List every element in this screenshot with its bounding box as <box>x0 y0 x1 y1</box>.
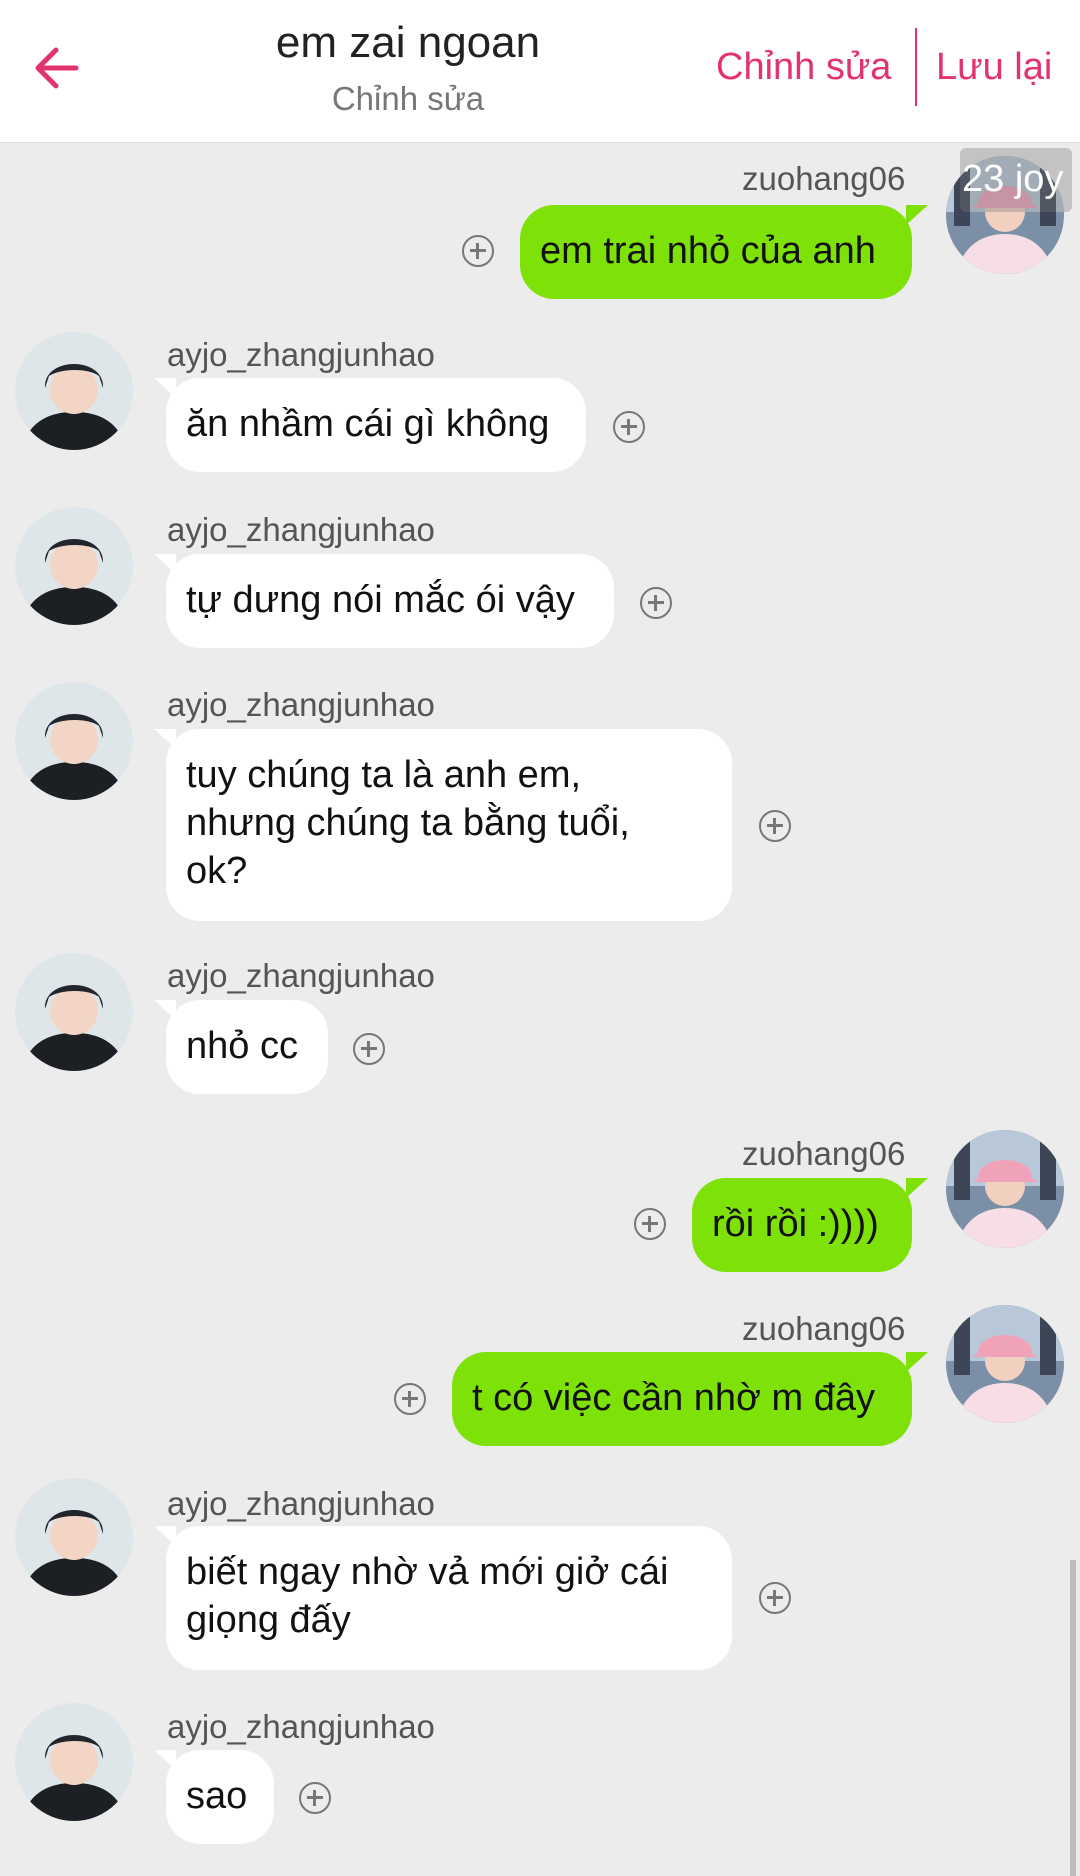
avatar[interactable] <box>15 682 133 800</box>
message-username: ayjo_zhangjunhao <box>167 1485 435 1522</box>
message-bubble[interactable]: t có việc cần nhờ m đây <box>452 1352 912 1446</box>
message-text: ăn nhầm cái gì không <box>186 403 550 445</box>
level-badge: 23 joy <box>960 148 1072 212</box>
message-username: ayjo_zhangjunhao <box>167 686 435 723</box>
save-button[interactable]: Lưu lại <box>936 46 1052 89</box>
avatar[interactable] <box>15 1478 133 1596</box>
plus-circle-icon[interactable] <box>759 810 791 842</box>
message-bubble[interactable]: sao <box>166 1750 274 1844</box>
message-username: zuohang06 <box>742 1310 906 1347</box>
message-text: t có việc cần nhờ m đây <box>472 1377 875 1419</box>
chat-header: em zai ngoan Chỉnh sửa Chỉnh sửa Lưu lại <box>0 0 1080 143</box>
plus-circle-icon[interactable] <box>353 1033 385 1065</box>
message-text: rồi rồi :)))) <box>712 1203 879 1245</box>
message-text: nhỏ cc <box>186 1025 298 1067</box>
avatar[interactable] <box>946 1130 1064 1248</box>
message-text-line: biết ngay nhờ vả mới giở cái <box>186 1551 669 1593</box>
avatar[interactable] <box>946 1305 1064 1423</box>
edit-button[interactable]: Chỉnh sửa <box>716 46 891 89</box>
message-bubble[interactable]: rồi rồi :)))) <box>692 1178 912 1272</box>
chat-title: em zai ngoan <box>275 18 541 67</box>
plus-circle-icon[interactable] <box>299 1782 331 1814</box>
message-text-line: nhưng chúng ta bằng tuổi, <box>186 802 630 844</box>
message-text-line: tuy chúng ta là anh em, <box>186 754 582 796</box>
message-bubble[interactable]: tự dưng nói mắc ói vậy <box>166 554 614 648</box>
plus-circle-icon[interactable] <box>394 1383 426 1415</box>
message-username: ayjo_zhangjunhao <box>167 1708 435 1745</box>
message-text-line: giọng đấy <box>186 1599 351 1641</box>
bubble-tail <box>906 1352 928 1372</box>
bubble-tail <box>906 1178 928 1198</box>
bubble-tail <box>906 205 928 225</box>
chat-subtitle: Chỉnh sửa <box>331 80 485 117</box>
message-text-line: ok? <box>186 850 248 892</box>
message-bubble[interactable]: tuy chúng ta là anh em, nhưng chúng ta b… <box>166 729 732 921</box>
message-text: tự dưng nói mắc ói vậy <box>186 579 575 621</box>
plus-circle-icon[interactable] <box>640 587 672 619</box>
plus-circle-icon[interactable] <box>634 1208 666 1240</box>
message-text: em trai nhỏ của anh <box>540 230 876 272</box>
scrollbar[interactable] <box>1070 1560 1076 1876</box>
plus-circle-icon[interactable] <box>462 235 494 267</box>
message-bubble[interactable]: nhỏ cc <box>166 1000 328 1094</box>
plus-circle-icon[interactable] <box>759 1582 791 1614</box>
header-divider <box>915 28 917 106</box>
message-username: ayjo_zhangjunhao <box>167 511 435 548</box>
avatar[interactable] <box>15 332 133 450</box>
plus-circle-icon[interactable] <box>613 411 645 443</box>
level-badge-text: 23 joy <box>962 158 1064 200</box>
message-username: ayjo_zhangjunhao <box>167 957 435 994</box>
avatar[interactable] <box>15 1703 133 1821</box>
avatar[interactable] <box>15 953 133 1071</box>
avatar[interactable] <box>15 507 133 625</box>
message-bubble[interactable]: em trai nhỏ của anh <box>520 205 912 299</box>
message-bubble[interactable]: ăn nhầm cái gì không <box>166 378 586 472</box>
message-bubble[interactable]: biết ngay nhờ vả mới giở cái giọng đấy <box>166 1526 732 1670</box>
message-text: sao <box>186 1775 248 1817</box>
message-username: ayjo_zhangjunhao <box>167 336 435 373</box>
message-username: zuohang06 <box>742 160 906 197</box>
message-username: zuohang06 <box>742 1135 906 1172</box>
